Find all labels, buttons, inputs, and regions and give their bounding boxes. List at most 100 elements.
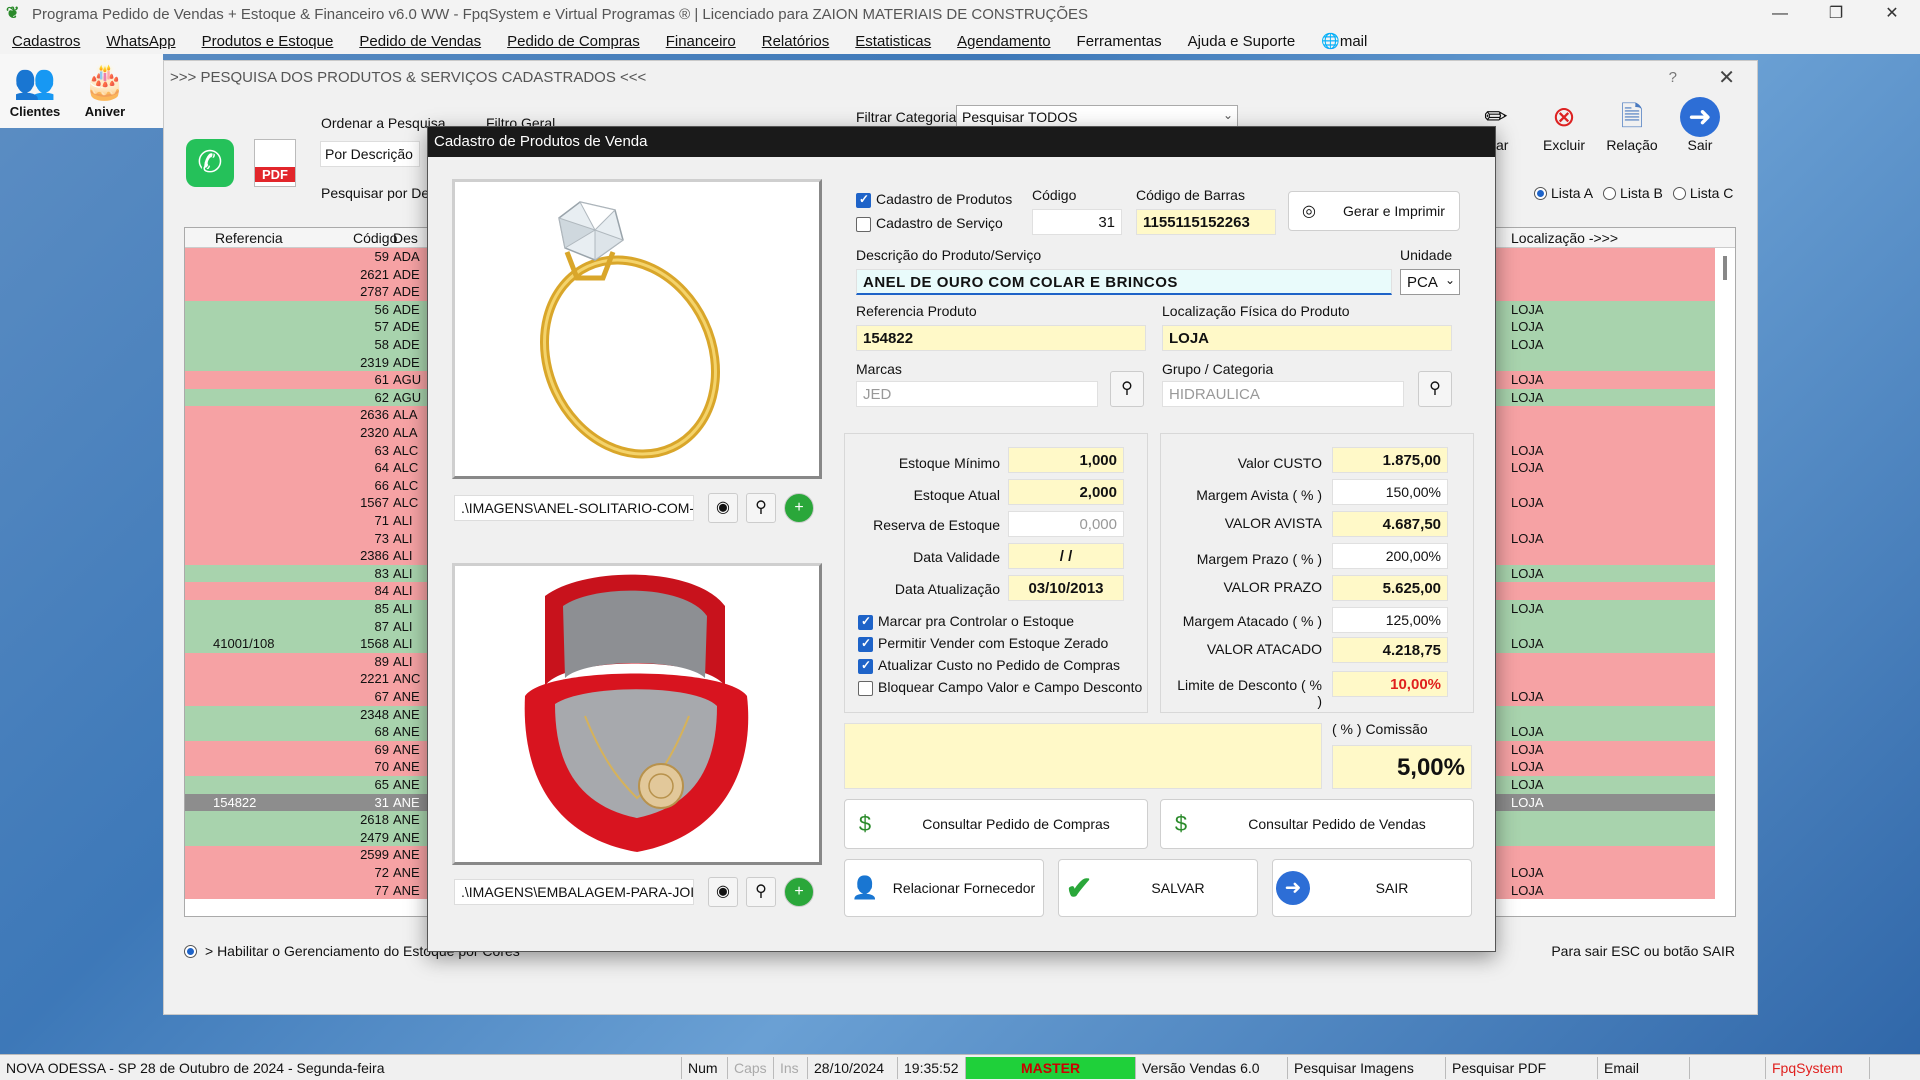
estoque-min-field[interactable]: 1,000	[1008, 447, 1124, 473]
menu-ajuda[interactable]: Ajuda e Suporte	[1188, 33, 1296, 50]
relacionar-fornecedor-button[interactable]: 👤 Relacionar Fornecedor	[844, 859, 1044, 917]
loc-field[interactable]: LOJA	[1162, 325, 1452, 351]
status-versao: Versão Vendas 6.0	[1136, 1056, 1288, 1079]
comissao-field[interactable]: 5,00%	[1332, 745, 1472, 789]
margem-avista-field[interactable]: 150,00%	[1332, 479, 1448, 505]
menu-ferramentas[interactable]: Ferramentas	[1077, 33, 1162, 50]
menu-email[interactable]: 🌐mail	[1321, 32, 1367, 50]
menu-relatorios[interactable]: Relatórios	[762, 33, 830, 50]
camera-icon[interactable]: ◉	[708, 493, 738, 523]
consultar-vendas-button[interactable]: $ Consultar Pedido de Vendas	[1160, 799, 1474, 849]
cell-cod: 58	[374, 337, 389, 352]
cell-cod: 2348	[360, 706, 389, 722]
cell-des: ALI	[393, 653, 413, 669]
atualizacao-field[interactable]: 03/10/2013	[1008, 575, 1124, 601]
status-brand: FpqSystem	[1766, 1056, 1870, 1079]
add-icon-2[interactable]: +	[784, 877, 814, 907]
unidade-select[interactable]: PCA ⌄	[1400, 269, 1460, 295]
prazo-field[interactable]: 5.625,00	[1332, 575, 1448, 601]
menu-financeiro[interactable]: Financeiro	[666, 33, 736, 50]
menu-pedido-vendas[interactable]: Pedido de Vendas	[359, 33, 481, 50]
col-descricao[interactable]: Des	[393, 230, 418, 246]
pesquisar-imagens-button[interactable]: Pesquisar Imagens	[1288, 1056, 1446, 1079]
opt-controlar-estoque[interactable]: Marcar pra Controlar o Estoque	[858, 613, 1074, 630]
gerar-imprimir-button[interactable]: ◎ Gerar e Imprimir	[1288, 191, 1460, 231]
left-toolbar: 👥 Clientes 🎂 Aniver	[0, 54, 163, 128]
menu-estatisticas[interactable]: Estatisticas	[855, 33, 931, 50]
sair-button[interactable]: ➜ Sair	[1670, 97, 1730, 153]
search-icon-2[interactable]: ⚲	[746, 877, 776, 907]
checkmark-icon: ✔	[1065, 870, 1093, 906]
camera-icon-2[interactable]: ◉	[708, 877, 738, 907]
desconto-field[interactable]: 10,00%	[1332, 671, 1448, 697]
custo-field[interactable]: 1.875,00	[1332, 447, 1448, 473]
chk-cadastro-produtos[interactable]: Cadastro de Produtos	[856, 191, 1012, 208]
cell-des: ANE	[393, 689, 420, 704]
salvar-button[interactable]: ✔ SALVAR	[1058, 859, 1258, 917]
maximize-button[interactable]: ❐	[1808, 0, 1864, 28]
estoque-atual-field[interactable]: 2,000	[1008, 479, 1124, 505]
radio-lista-b[interactable]: Lista B	[1603, 185, 1663, 201]
image1-path-field[interactable]: .\IMAGENS\ANEL-SOLITARIO-COM-Z	[454, 495, 694, 521]
image2-path-field[interactable]: .\IMAGENS\EMBALAGEM-PARA-JOIA	[454, 879, 694, 905]
email-button[interactable]: Email	[1598, 1056, 1690, 1079]
excluir-button[interactable]: ⊗ Excluir	[1534, 97, 1594, 153]
pdf-icon[interactable]: PDF	[254, 139, 296, 187]
col-localizacao[interactable]: Localização ->>>	[1511, 230, 1618, 246]
search-close-button[interactable]: ✕	[1718, 65, 1735, 90]
cell-cod: 84	[374, 583, 389, 599]
codigo-field[interactable]: 31	[1032, 209, 1122, 235]
cell-cod: 2319	[360, 354, 389, 370]
minimize-button[interactable]: —	[1752, 0, 1808, 28]
barras-field[interactable]: 1155115152263	[1136, 209, 1276, 235]
avista-field[interactable]: 4.687,50	[1332, 511, 1448, 537]
grid-scrollbar[interactable]	[1723, 256, 1727, 280]
product-form-dialog: Cadastro de Produtos de Venda .\IMAGENS\…	[427, 126, 1496, 952]
search-grupo-icon[interactable]: ⚲	[1418, 371, 1452, 407]
menu-agendamento[interactable]: Agendamento	[957, 33, 1050, 50]
menu-pedido-compras[interactable]: Pedido de Compras	[507, 33, 640, 50]
descricao-field[interactable]: ANEL DE OURO COM COLAR E BRINCOS	[856, 269, 1392, 295]
margem-prazo-field[interactable]: 200,00%	[1332, 543, 1448, 569]
cell-cod: 2599	[360, 847, 389, 863]
col-codigo[interactable]: Código	[353, 230, 397, 246]
ref-field[interactable]: 154822	[856, 325, 1146, 351]
menu-cadastros[interactable]: Cadastros	[12, 33, 80, 50]
opt-vender-zerado[interactable]: Permitir Vender com Estoque Zerado	[858, 635, 1108, 652]
search-icon[interactable]: ⚲	[746, 493, 776, 523]
validade-label: Data Validade	[913, 549, 1000, 565]
help-button[interactable]: ?	[1669, 69, 1677, 86]
chk-cadastro-servico[interactable]: Cadastro de Serviço	[856, 215, 1003, 232]
whatsapp-icon[interactable]: ✆	[186, 139, 234, 187]
grupo-field[interactable]: HIDRAULICA	[1162, 381, 1404, 407]
margem-atacado-field[interactable]: 125,00%	[1332, 607, 1448, 633]
list-radio-group: Lista A Lista B Lista C	[1534, 185, 1743, 201]
menu-whatsapp[interactable]: WhatsApp	[106, 33, 175, 50]
validade-field[interactable]: / /	[1008, 543, 1124, 569]
opt-atualizar-custo[interactable]: Atualizar Custo no Pedido de Compras	[858, 657, 1120, 674]
clientes-button[interactable]: 👥 Clientes	[0, 54, 70, 128]
radio-lista-c[interactable]: Lista C	[1672, 185, 1733, 201]
menu-produtos[interactable]: Produtos e Estoque	[202, 33, 334, 50]
app-icon: ❦	[6, 5, 20, 22]
cell-des: AGU	[393, 372, 422, 388]
reserva-field[interactable]: 0,000	[1008, 511, 1124, 537]
sair-dialog-button[interactable]: ➜ SAIR	[1272, 859, 1472, 917]
add-icon[interactable]: +	[784, 493, 814, 523]
opt-bloquear-valor[interactable]: Bloquear Campo Valor e Campo Desconto	[858, 679, 1142, 696]
consultar-compras-button[interactable]: $ Consultar Pedido de Compras	[844, 799, 1148, 849]
aniver-button[interactable]: 🎂 Aniver	[70, 54, 140, 128]
pesquisar-pdf-button[interactable]: Pesquisar PDF	[1446, 1056, 1598, 1079]
close-button[interactable]: ✕	[1864, 0, 1920, 28]
search-marcas-icon[interactable]: ⚲	[1110, 371, 1144, 407]
observacoes-field[interactable]	[844, 723, 1322, 789]
desconto-label: Limite de Desconto ( % )	[1177, 677, 1322, 709]
marcas-field[interactable]: JED	[856, 381, 1098, 407]
order-select[interactable]: Por Descrição	[320, 141, 420, 167]
cell-des: ANC	[393, 671, 421, 687]
radio-lista-a[interactable]: Lista A	[1534, 185, 1593, 201]
col-referencia[interactable]: Referencia	[215, 230, 283, 246]
cell-loc: LOJA	[1511, 794, 1544, 810]
relacao-button[interactable]: 🗎 Relação	[1602, 97, 1662, 153]
atacado-field[interactable]: 4.218,75	[1332, 637, 1448, 663]
